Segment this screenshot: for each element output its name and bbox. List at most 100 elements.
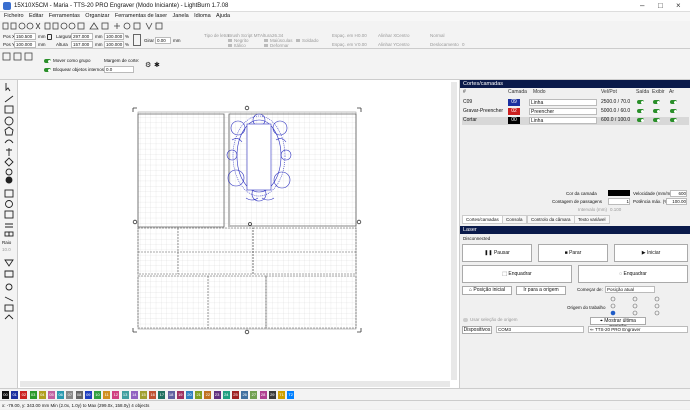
palette-swatch[interactable]: 05 — [48, 391, 55, 399]
run-icon[interactable]: ✱ — [154, 61, 160, 69]
lock-inner-toggle[interactable] — [44, 68, 51, 72]
workspace-canvas[interactable] — [18, 80, 459, 388]
use-selection-toggle[interactable] — [463, 318, 468, 322]
tab-variable-text[interactable]: Texto variável — [574, 215, 610, 224]
start-button[interactable]: ▶ Iniciar — [614, 244, 688, 262]
cut-row[interactable]: Gravar-Preencher 02 Preencher 5000.0 / 6… — [462, 108, 689, 116]
alignx-select[interactable]: Centro — [396, 33, 410, 38]
start-from-select[interactable]: Posição atual — [605, 286, 655, 293]
vspace-input[interactable]: 0.00 — [358, 42, 367, 47]
show-toggle[interactable] — [653, 109, 660, 113]
tab-cuts[interactable]: Cortes/camadas — [462, 215, 503, 224]
gear-icon[interactable]: ⚙ — [145, 61, 151, 69]
air-toggle[interactable] — [670, 118, 677, 122]
palette-swatch[interactable]: 01 — [11, 391, 19, 399]
palette-swatch[interactable]: 10 — [94, 391, 101, 399]
mode-select[interactable]: Preencher — [529, 108, 597, 115]
output-toggle[interactable] — [637, 100, 644, 104]
design-area[interactable] — [18, 80, 459, 388]
cut-row[interactable]: C09 09 Linha 2500.0 / 70.0 — [462, 99, 689, 107]
origin-radios[interactable] — [605, 296, 677, 316]
offset-input[interactable]: 0 — [462, 42, 465, 47]
palette-swatch[interactable]: 28 — [259, 391, 267, 399]
palette-swatch[interactable]: 02 — [20, 391, 28, 399]
menu-help[interactable]: Ajuda — [216, 13, 230, 19]
palette-swatch[interactable]: 17 — [158, 391, 166, 399]
distort-checkbox[interactable] — [264, 44, 268, 47]
width-input[interactable]: 297.000 — [71, 33, 93, 40]
aligny-select[interactable]: Centro — [396, 42, 410, 47]
palette-swatch[interactable]: 15 — [140, 391, 147, 399]
align-icons[interactable] — [2, 51, 37, 63]
tab-camera[interactable]: Controlo da câmara — [527, 215, 575, 224]
menu-laser-tools[interactable]: Ferramentas de laser — [115, 13, 167, 19]
cut-row-selected[interactable]: Cortar 00 Linha 600.0 / 100.0 — [462, 117, 689, 125]
close-icon[interactable]: × — [676, 1, 681, 10]
menu-language[interactable]: Idioma — [194, 13, 211, 19]
home-button[interactable]: ⌂ Posição inicial — [462, 286, 512, 295]
interval-input[interactable]: 0.100 — [610, 207, 621, 212]
palette-swatch[interactable]: 29 — [268, 391, 276, 399]
palette-swatch[interactable]: 22 — [204, 391, 212, 399]
speed-input[interactable]: 600 — [670, 190, 687, 197]
palette-swatch[interactable]: 27 — [250, 391, 258, 399]
xpos-input[interactable]: 150.500 — [14, 33, 36, 40]
maximize-icon[interactable]: □ — [658, 1, 663, 10]
mode-select[interactable]: Linha — [529, 99, 597, 106]
bold-checkbox[interactable] — [228, 39, 232, 42]
air-toggle[interactable] — [670, 100, 677, 104]
scale-w-input[interactable]: 100.000 — [104, 33, 124, 40]
output-toggle[interactable] — [637, 109, 644, 113]
palette-swatch[interactable]: 14 — [130, 391, 138, 399]
palette-swatch[interactable]: 11 — [103, 391, 111, 399]
palette-swatch[interactable]: 13 — [121, 391, 129, 399]
palette-swatch[interactable]: T1 — [278, 391, 285, 399]
tab-console[interactable]: Consola — [502, 215, 527, 224]
show-last-button[interactable]: ⌖ Mostrar última posição — [590, 317, 646, 330]
devices-button[interactable]: Dispositivos — [462, 326, 492, 334]
ypos-input[interactable]: 100.000 — [14, 41, 36, 48]
palette-swatch[interactable]: 24 — [222, 391, 230, 399]
goto-origin-button[interactable]: Ir para a origem — [516, 286, 566, 295]
menu-file[interactable]: Ficheiro — [4, 13, 24, 19]
palette-swatch[interactable]: 04 — [38, 391, 46, 399]
palette-swatch[interactable]: 06 — [57, 391, 65, 399]
layer-color-swatch[interactable] — [608, 190, 630, 196]
stop-button[interactable]: ■ Parar — [538, 244, 608, 262]
frame-button[interactable]: ⬚ Enquadrar — [462, 265, 572, 283]
hspace-input[interactable]: 0.00 — [358, 33, 367, 38]
anchor-grid-icon[interactable] — [133, 34, 141, 46]
air-toggle[interactable] — [670, 109, 677, 113]
more-tool-icons[interactable] — [0, 255, 18, 335]
palette-swatch[interactable]: 20 — [186, 391, 193, 399]
minimize-icon[interactable]: – — [640, 1, 644, 10]
move-group-toggle[interactable] — [44, 59, 51, 63]
palette-swatch[interactable]: 07 — [66, 391, 74, 399]
palette-swatch[interactable]: 21 — [195, 391, 203, 399]
palette-swatch[interactable]: 19 — [176, 391, 184, 399]
power-input[interactable]: 100.00 — [666, 198, 687, 205]
toolbar-icons[interactable] — [0, 21, 400, 31]
palette-swatch[interactable]: 25 — [232, 391, 239, 399]
device-select[interactable]: ⇐ TTS-20 PRO Engraver — [588, 326, 688, 333]
lock-icon[interactable] — [47, 34, 52, 40]
palette-swatch[interactable]: 08 — [75, 391, 83, 399]
radius-input[interactable]: 10.0 — [2, 247, 11, 252]
menu-edit[interactable]: Editar — [29, 13, 43, 19]
palette-swatch[interactable]: 03 — [29, 391, 37, 399]
passes-input[interactable]: 1 — [608, 198, 630, 205]
italic-checkbox[interactable] — [228, 44, 232, 47]
palette-swatch[interactable]: 16 — [149, 391, 157, 399]
text-mode-select[interactable]: Normal — [430, 33, 445, 38]
palette-swatch[interactable]: 26 — [241, 391, 249, 399]
show-toggle[interactable] — [653, 100, 660, 104]
welded-checkbox[interactable] — [296, 39, 300, 42]
rotate-input[interactable]: 0.00 — [155, 37, 171, 44]
palette-swatch[interactable]: T2 — [287, 391, 295, 399]
menu-tools[interactable]: Ferramentas — [49, 13, 80, 19]
output-toggle[interactable] — [637, 118, 644, 122]
frame-circle-button[interactable]: ◌ Enquadrar — [578, 265, 688, 283]
menu-window[interactable]: Janela — [173, 13, 189, 19]
show-toggle[interactable] — [653, 118, 660, 122]
palette-swatch[interactable]: 00 — [2, 391, 9, 399]
